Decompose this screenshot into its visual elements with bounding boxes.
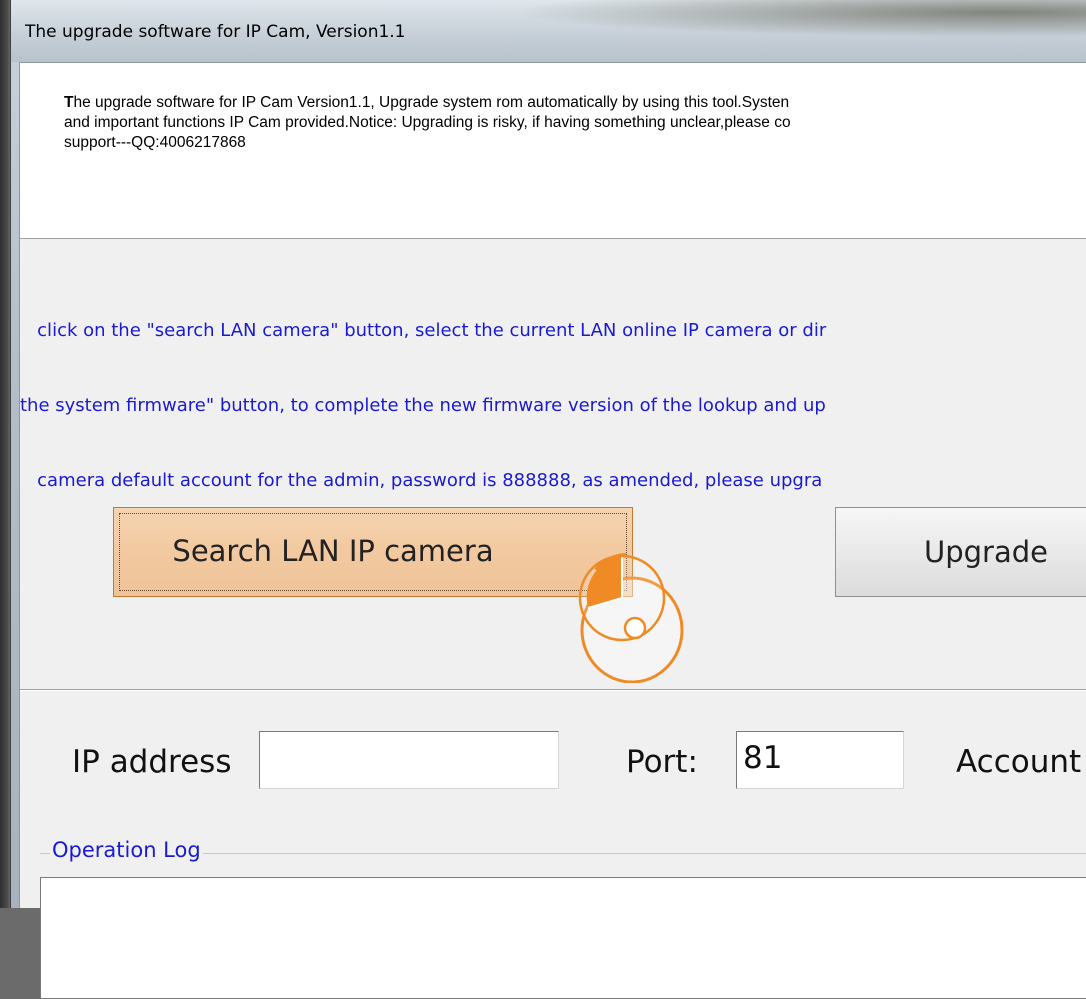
ip-address-label: IP address — [72, 744, 232, 780]
ip-address-input[interactable] — [259, 731, 559, 789]
operation-log-legend: Operation Log — [50, 838, 203, 862]
operation-log-textarea[interactable] — [40, 877, 1086, 999]
client-area: The upgrade software for IP Cam Version1… — [19, 62, 1086, 999]
title-bar[interactable]: The upgrade software for IP Cam, Version… — [11, 0, 1086, 62]
instruction-line-2: the system firmware" button, to complete… — [20, 395, 826, 416]
notice-text: The upgrade software for IP Cam Version1… — [64, 93, 1086, 153]
operation-log-group: Operation Log — [40, 838, 1086, 999]
notice-line-2: and important functions IP Cam provided.… — [64, 114, 791, 131]
account-label: Account — [956, 744, 1082, 780]
upgrade-button-label: Upgrade — [924, 535, 1048, 569]
busy-cursor-icon — [578, 553, 684, 683]
port-label: Port: — [626, 744, 698, 780]
notice-line-3: support---QQ:4006217868 — [64, 134, 246, 151]
instruction-line-1: click on the "search LAN camera" button,… — [20, 320, 827, 341]
upgrade-button[interactable]: Upgrade — [835, 507, 1086, 597]
app-window: The upgrade software for IP Cam, Version… — [10, 0, 1086, 999]
port-input[interactable]: 81 — [736, 731, 904, 789]
notice-panel: The upgrade software for IP Cam Version1… — [20, 63, 1086, 239]
instruction-text: click on the "search LAN camera" button,… — [20, 268, 1086, 543]
section-divider — [20, 689, 1086, 691]
search-lan-camera-button[interactable]: Search LAN IP camera — [113, 507, 633, 597]
window-title: The upgrade software for IP Cam, Version… — [25, 22, 406, 42]
instruction-line-3: camera default account for the admin, pa… — [20, 470, 823, 491]
notice-line-1: The upgrade software for IP Cam Version1… — [64, 94, 790, 111]
search-button-label: Search LAN IP camera — [172, 534, 494, 568]
